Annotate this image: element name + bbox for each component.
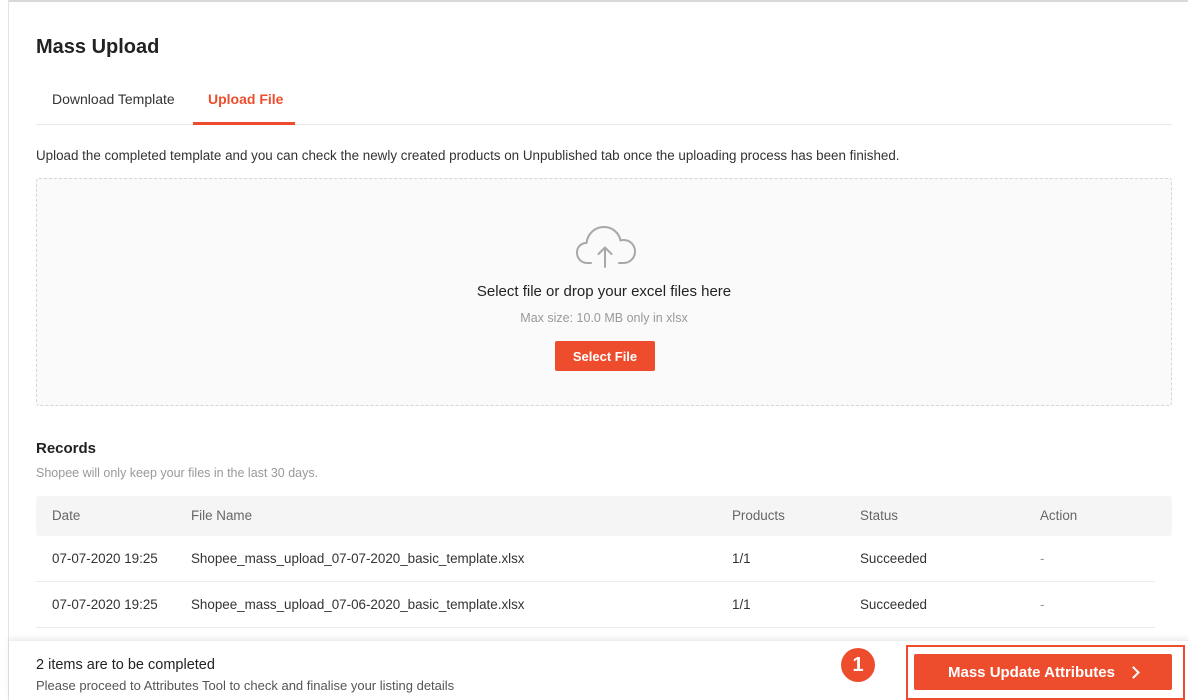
tab-download-template[interactable]: Download Template <box>52 88 175 124</box>
mass-update-attributes-button[interactable]: Mass Update Attributes <box>914 654 1172 690</box>
column-header-date: Date <box>52 508 81 523</box>
step-number-badge: 1 <box>841 648 875 682</box>
cloud-upload-icon <box>576 226 636 268</box>
row-products: 1/1 <box>732 597 751 612</box>
tab-upload-file[interactable]: Upload File <box>208 88 283 124</box>
table-header: Date File Name Products Status Action <box>36 496 1172 536</box>
dropzone-size-limit: Max size: 10.0 MB only in xlsx <box>520 311 688 325</box>
table-row: 07-07-2020 19:25 Shopee_mass_upload_07-0… <box>36 536 1155 582</box>
page-title: Mass Upload <box>36 36 160 58</box>
records-table: Date File Name Products Status Action 07… <box>36 496 1172 628</box>
row-file-name: Shopee_mass_upload_07-07-2020_basic_temp… <box>191 551 525 566</box>
row-status: Succeeded <box>860 597 928 612</box>
column-header-status: Status <box>860 508 898 523</box>
mass-upload-panel: Mass Upload Download Template Upload Fil… <box>0 0 1189 700</box>
column-header-file-name: File Name <box>191 508 253 523</box>
column-header-products: Products <box>732 508 785 523</box>
footer-pending-count: 2 items are to be completed <box>36 657 215 673</box>
chevron-right-icon <box>1127 666 1140 679</box>
row-action: - <box>1040 597 1045 612</box>
footer-instruction: Please proceed to Attributes Tool to che… <box>36 678 455 693</box>
select-file-button[interactable]: Select File <box>555 341 655 371</box>
row-date: 07-07-2020 19:25 <box>52 597 158 612</box>
row-action: - <box>1040 551 1045 566</box>
panel-top-border <box>8 0 1188 2</box>
upload-description: Upload the completed template and you ca… <box>36 148 900 163</box>
panel-left-border <box>8 0 9 700</box>
dropzone-title: Select file or drop your excel files her… <box>476 283 732 300</box>
records-title: Records <box>36 440 97 457</box>
row-file-name: Shopee_mass_upload_07-06-2020_basic_temp… <box>191 597 525 612</box>
active-tab-indicator <box>193 122 295 125</box>
mass-update-attributes-label: Mass Update Attributes <box>948 663 1115 681</box>
row-status: Succeeded <box>860 551 928 566</box>
table-row: 07-07-2020 19:25 Shopee_mass_upload_07-0… <box>36 582 1155 628</box>
row-products: 1/1 <box>732 551 751 566</box>
records-retention-note: Shopee will only keep your files in the … <box>36 466 319 480</box>
file-dropzone[interactable]: Select file or drop your excel files her… <box>36 178 1172 406</box>
row-date: 07-07-2020 19:25 <box>52 551 158 566</box>
tab-bar: Download Template Upload File <box>36 88 1172 125</box>
column-header-action: Action <box>1040 508 1078 523</box>
